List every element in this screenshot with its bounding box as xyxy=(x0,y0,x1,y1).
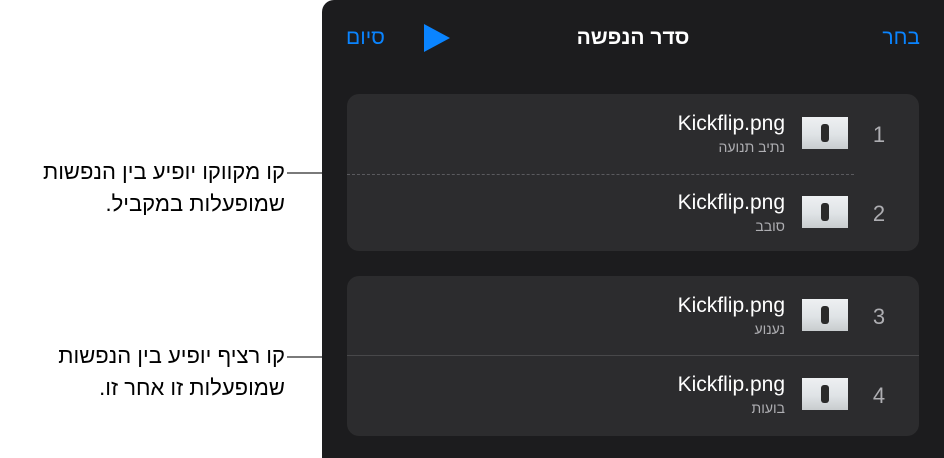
animation-effect-name: בועות xyxy=(751,400,785,416)
animation-order-number: 3 xyxy=(872,304,886,329)
image-thumbnail xyxy=(802,378,848,410)
callout-line: קו מקווקו יופיע בין הנפשות xyxy=(43,159,285,184)
animation-order-number: 4 xyxy=(872,383,886,408)
panel-title: סדר הנפשה xyxy=(576,26,690,49)
callout-dashed-line: קו מקווקו יופיע בין הנפשות שמופעלות במקב… xyxy=(0,156,285,220)
animation-row[interactable]: 1 Kickflip.png נתיב תנועה xyxy=(347,104,919,164)
image-thumbnail xyxy=(802,299,848,331)
sequential-separator xyxy=(347,355,919,356)
animation-object-name: Kickflip.png xyxy=(677,373,785,396)
select-button[interactable]: בחר xyxy=(882,26,920,50)
animation-order-panel: סיום סדר הנפשה בחר 1 Kickflip.png נתיב ת… xyxy=(322,0,944,458)
animation-effect-name: סובב xyxy=(755,218,785,234)
animation-row[interactable]: 3 Kickflip.png נענוע xyxy=(347,286,919,346)
callout-line: שמופעלות זו אחר זו. xyxy=(99,375,285,400)
animation-object-name: Kickflip.png xyxy=(677,191,785,214)
animation-object-name: Kickflip.png xyxy=(677,294,785,317)
animation-effect-name: נענוע xyxy=(754,321,785,337)
callout-line: קו רציף יופיע בין הנפשות xyxy=(58,343,285,368)
animation-order-number: 1 xyxy=(872,122,886,147)
image-thumbnail xyxy=(802,117,848,149)
animation-row[interactable]: 2 Kickflip.png סובב xyxy=(347,183,919,243)
callout-solid-line: קו רציף יופיע בין הנפשות שמופעלות זו אחר… xyxy=(0,340,285,404)
animation-row[interactable]: 4 Kickflip.png בועות xyxy=(347,365,919,425)
animation-order-number: 2 xyxy=(872,201,886,226)
image-thumbnail xyxy=(802,196,848,228)
animation-effect-name: נתיב תנועה xyxy=(718,139,785,155)
parallel-separator xyxy=(347,174,854,175)
animation-object-name: Kickflip.png xyxy=(677,112,785,135)
callout-line: שמופעלות במקביל. xyxy=(105,191,285,216)
animation-group: 1 Kickflip.png נתיב תנועה 2 Kickflip.png… xyxy=(347,94,919,251)
animation-group: 3 Kickflip.png נענוע 4 Kickflip.png בועו… xyxy=(347,276,919,436)
